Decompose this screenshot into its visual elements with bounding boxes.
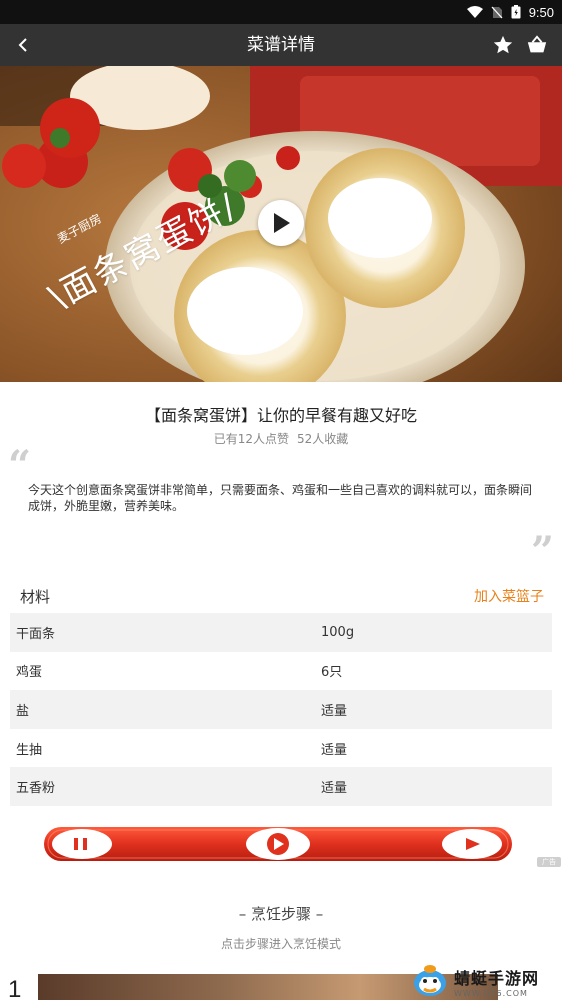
recipe-stats: 已有12人点赞 52人收藏 <box>0 430 562 447</box>
favorite-star-icon[interactable] <box>492 34 514 56</box>
ingredient-amount: 100g <box>321 624 355 640</box>
ingredient-name: 五香粉 <box>16 781 56 797</box>
ingredients-heading: 材料 <box>20 588 51 606</box>
watermark-name: 蜻蜓手游网 <box>454 968 540 988</box>
ingredient-name: 干面条 <box>16 626 56 642</box>
center-play-button[interactable] <box>246 828 310 860</box>
dragonfly-mascot-icon <box>414 965 446 996</box>
ingredient-row: 生抽 适量 <box>10 729 552 768</box>
ingredient-row: 五香粉 适量 <box>10 767 552 806</box>
audio-player-banner[interactable] <box>44 824 512 864</box>
status-bar: 9:50 <box>0 0 562 24</box>
ingredient-row: 鸡蛋 6只 <box>10 652 552 691</box>
play-video-button[interactable] <box>258 200 304 246</box>
ad-badge: 广告 <box>537 857 561 867</box>
pause-button[interactable] <box>52 829 112 859</box>
basket-icon[interactable] <box>526 34 548 56</box>
battery-icon <box>511 5 521 19</box>
wifi-icon <box>466 6 483 18</box>
steps-title: – 烹饪步骤 – <box>238 905 324 923</box>
recipe-title: 【面条窝蛋饼】让你的早餐有趣又好吃 <box>144 406 417 425</box>
status-time: 9:50 <box>528 4 554 20</box>
add-to-basket-link[interactable]: 加入菜篮子 <box>474 586 544 606</box>
recipe-description: 今天这个创意面条窝蛋饼非常简单，只需要面条、鸡蛋和一些自己喜欢的调料就可以，面条… <box>28 483 533 513</box>
no-sim-icon <box>491 6 503 18</box>
steps-subtitle: 点击步骤进入烹饪模式 <box>220 937 341 951</box>
page-title: 菜谱详情 <box>247 35 315 54</box>
ingredient-name: 盐 <box>16 703 30 719</box>
ingredient-row: 干面条 100g <box>10 613 552 652</box>
ingredients-table: 干面条 100g 鸡蛋 6只 盐 适量 生抽 适量 五香粉 适量 <box>10 613 552 806</box>
favorites-count: 52人收藏 <box>297 432 349 446</box>
ingredient-amount: 适量 <box>321 703 348 719</box>
quote-close-icon: ” <box>530 528 554 575</box>
pause-icon <box>74 838 78 850</box>
ingredient-amount: 6只 <box>321 665 343 681</box>
watermark-url: WWW.QT6.COM <box>454 988 528 998</box>
ingredient-name: 生抽 <box>16 742 43 758</box>
ingredient-amount: 适量 <box>321 781 348 797</box>
ingredient-amount: 适量 <box>321 742 348 758</box>
ingredient-row: 盐 适量 <box>10 690 552 729</box>
likes-count: 已有12人点赞 <box>213 432 289 446</box>
watermark-logo: 蜻蜓手游网 WWW.QT6.COM <box>410 962 560 1000</box>
app-bar: 菜谱详情 <box>0 24 562 66</box>
ingredient-name: 鸡蛋 <box>16 665 43 681</box>
play-icon <box>274 213 290 233</box>
recipe-video-cover[interactable]: 麦子厨房 \面条窝蛋饼/ <box>0 66 562 382</box>
next-button[interactable] <box>442 829 502 859</box>
quote-open-icon: “ <box>8 442 32 489</box>
step-number: 1 <box>8 976 22 1000</box>
